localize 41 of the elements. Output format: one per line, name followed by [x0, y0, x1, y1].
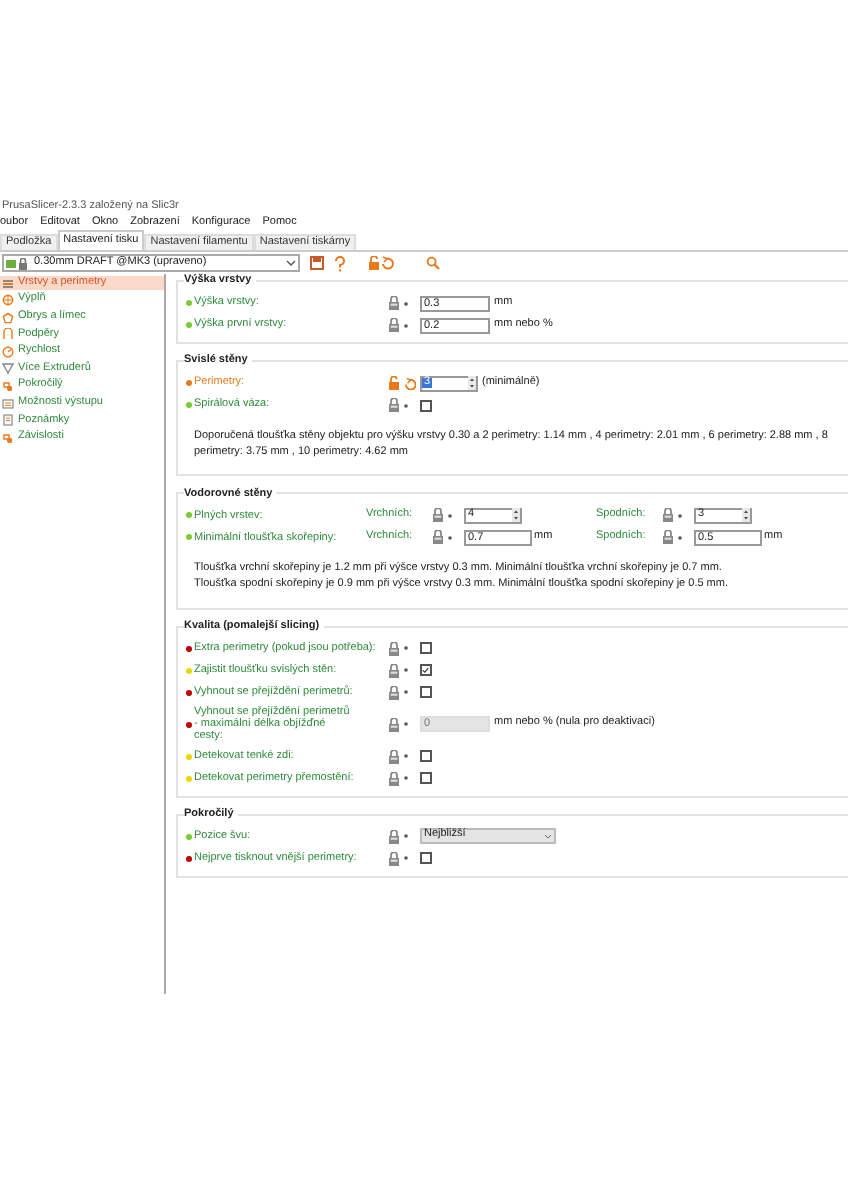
layers-icon [2, 277, 14, 289]
checkbox[interactable] [420, 750, 432, 763]
lock-icon[interactable] [662, 530, 674, 545]
lock-icon[interactable] [388, 641, 400, 656]
undo-icon[interactable] [403, 377, 415, 389]
checkmark-icon [422, 666, 430, 675]
unlocked-icon[interactable] [388, 376, 400, 390]
lock-icon[interactable] [662, 508, 674, 523]
funnel-icon [2, 362, 14, 375]
infill-icon [2, 294, 14, 307]
checkbox[interactable] [420, 642, 432, 655]
printer-lock-icon [6, 257, 30, 269]
checkbox[interactable] [420, 852, 432, 865]
help-icon[interactable] [334, 255, 346, 271]
lock-icon[interactable] [388, 829, 400, 844]
checkbox[interactable] [420, 399, 432, 411]
lock-icon[interactable] [388, 749, 400, 764]
pentagon-icon [2, 311, 14, 324]
lock-icon[interactable] [432, 508, 444, 523]
spin-arrows-icon[interactable] [468, 376, 476, 390]
lock-icon[interactable] [388, 398, 400, 412]
list-icon [2, 397, 14, 410]
lock-icon[interactable] [388, 318, 400, 332]
notes-icon [2, 414, 14, 427]
checkbox[interactable] [420, 772, 432, 785]
lock-icon[interactable] [388, 663, 400, 678]
lock-icon[interactable] [388, 685, 400, 700]
lock-icon[interactable] [388, 296, 400, 310]
checkbox[interactable] [420, 664, 432, 677]
spin-arrows-icon[interactable] [512, 508, 520, 523]
search-icon[interactable] [426, 256, 440, 270]
checkbox[interactable] [420, 686, 432, 699]
chevron-down-icon [286, 260, 296, 266]
lock-icon[interactable] [388, 851, 400, 866]
arch-icon [2, 328, 14, 341]
spin-arrows-icon[interactable] [742, 508, 750, 523]
lock-icon[interactable] [388, 771, 400, 786]
unlock-undo-icon[interactable] [368, 256, 396, 270]
save-icon[interactable] [310, 256, 324, 270]
gauge-icon [2, 345, 14, 358]
lock-icon[interactable] [432, 530, 444, 545]
